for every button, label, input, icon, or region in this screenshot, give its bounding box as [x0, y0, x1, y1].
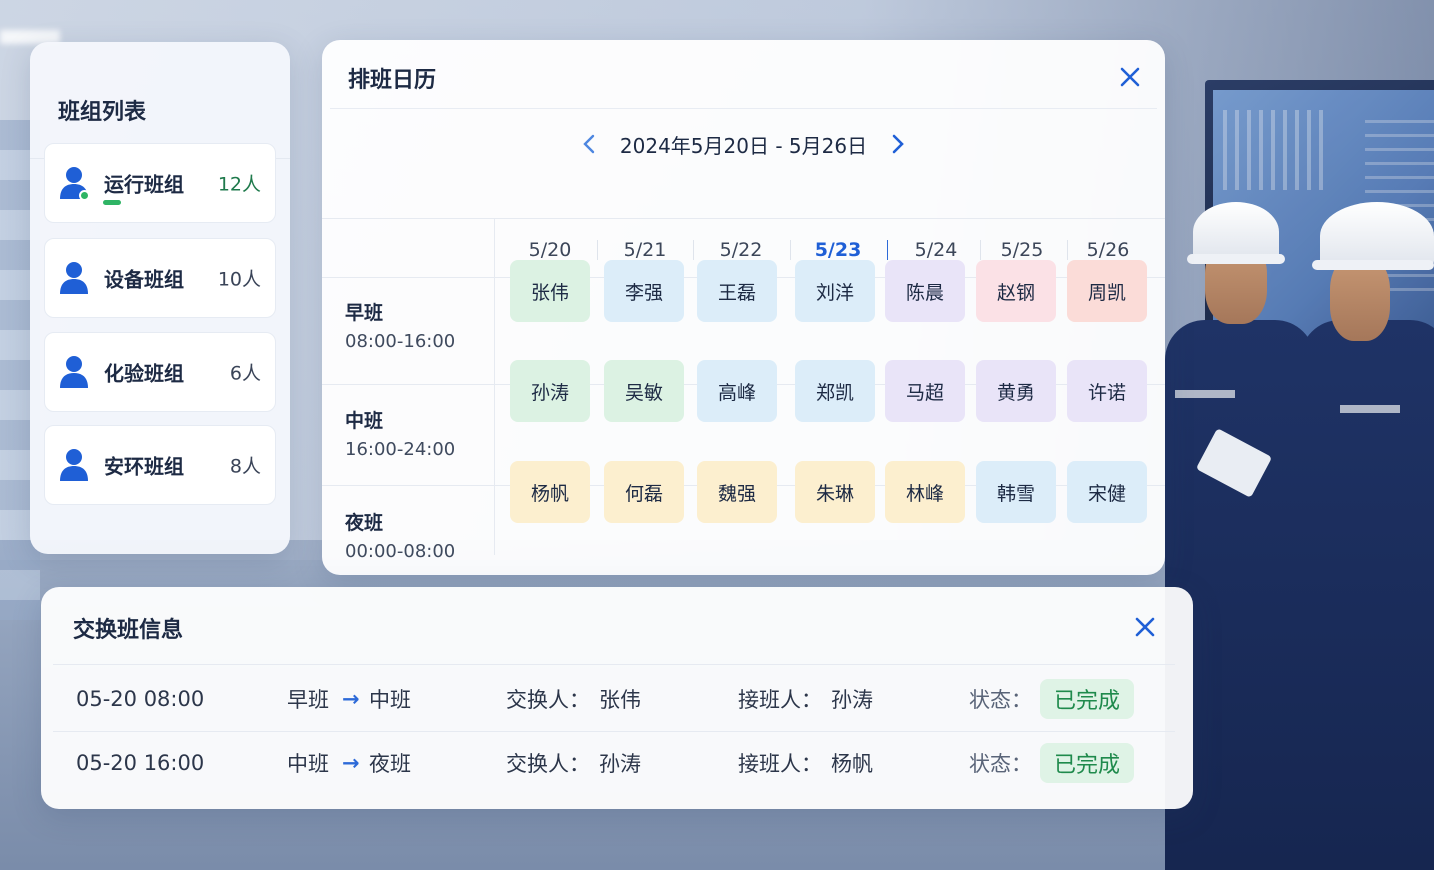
team-list-panel: 班组列表 运行班组 12人 设备班组 10人 化验班组 6人 安环班组 8人 — [30, 42, 290, 554]
close-icon — [1135, 617, 1155, 637]
schedule-cell[interactable]: 朱琳 — [795, 461, 875, 523]
prev-week-button[interactable] — [576, 131, 602, 157]
grid-divider — [494, 218, 495, 555]
team-name: 设备班组 — [104, 267, 184, 292]
schedule-cell[interactable]: 高峰 — [697, 360, 777, 422]
swapper-name: 孙涛 — [599, 752, 641, 776]
date-header: 5/25 — [1000, 239, 1044, 261]
swap-to-shift: 夜班 — [369, 752, 411, 776]
schedule-cell[interactable]: 张伟 — [510, 260, 590, 322]
date-header: 5/20 — [528, 239, 572, 261]
schedule-cell[interactable]: 赵钢 — [976, 260, 1056, 322]
schedule-cell[interactable]: 林峰 — [885, 461, 965, 523]
shift-swap-panel: 交换班信息 05-20 08:00 早班 → 中班 交换人： 张伟 接班人： 孙… — [41, 587, 1193, 809]
chevron-right-icon — [892, 134, 904, 154]
status-badge: 已完成 — [1040, 679, 1134, 719]
user-icon — [60, 449, 88, 481]
swap-time: 05-20 08:00 — [76, 687, 205, 711]
shift-name: 夜班 — [345, 512, 384, 534]
swap-from-shift: 中班 — [287, 752, 329, 776]
schedule-cell[interactable]: 何磊 — [604, 461, 684, 523]
team-name: 化验班组 — [104, 361, 184, 386]
arrow-right-icon: → — [342, 687, 360, 711]
user-icon — [60, 356, 88, 388]
receiver-label: 接班人： — [738, 688, 822, 712]
shift-time: 16:00-24:00 — [345, 439, 456, 460]
swap-title: 交换班信息 — [73, 618, 184, 643]
team-name: 安环班组 — [104, 454, 184, 479]
week-navigation: 2024年5月20日 - 5月26日 — [330, 126, 1157, 162]
schedule-cell[interactable]: 黄勇 — [976, 360, 1056, 422]
shift-time: 00:00-08:00 — [345, 541, 456, 562]
swap-from-shift: 早班 — [287, 688, 329, 712]
schedule-cell[interactable]: 陈晨 — [885, 260, 965, 322]
swap-to-shift: 中班 — [369, 688, 411, 712]
user-icon — [60, 262, 88, 294]
receiver-name: 孙涛 — [831, 688, 873, 712]
schedule-cell[interactable]: 王磊 — [697, 260, 777, 322]
shift-label-morning: 早班 08:00-16:00 — [345, 298, 455, 352]
receiver-name: 杨帆 — [831, 752, 873, 776]
schedule-cell[interactable]: 韩雪 — [976, 461, 1056, 523]
shift-time: 08:00-16:00 — [345, 331, 456, 352]
team-count: 8人 — [229, 455, 261, 478]
week-range-label: 2024年5月20日 - 5月26日 — [619, 133, 868, 158]
schedule-cell[interactable]: 李强 — [604, 260, 684, 322]
schedule-cell[interactable]: 马超 — [885, 360, 965, 422]
swap-time: 05-20 16:00 — [76, 751, 205, 775]
date-header-today: 5/23 — [814, 239, 862, 261]
worker-right — [1300, 200, 1434, 870]
date-header: 5/24 — [914, 239, 958, 261]
close-icon — [1120, 67, 1140, 87]
schedule-cell[interactable]: 周凯 — [1067, 260, 1147, 322]
schedule-cell[interactable]: 杨帆 — [510, 461, 590, 523]
shift-name: 早班 — [345, 302, 384, 324]
status-label: 状态： — [969, 688, 1032, 712]
team-count: 12人 — [217, 173, 261, 196]
swapper-name: 张伟 — [599, 688, 641, 712]
schedule-cell[interactable]: 孙涛 — [510, 360, 590, 422]
calendar-title: 排班日历 — [348, 68, 437, 93]
swap-close-button[interactable] — [1131, 613, 1159, 641]
swap-row: 05-20 08:00 早班 → 中班 交换人： 张伟 接班人： 孙涛 状态： … — [41, 679, 1193, 719]
swap-row: 05-20 16:00 中班 → 夜班 交换人： 孙涛 接班人： 杨帆 状态： … — [41, 743, 1193, 783]
receiver-label: 接班人： — [738, 752, 822, 776]
schedule-cell[interactable]: 吴敏 — [604, 360, 684, 422]
schedule-calendar-panel: 排班日历 2024年5月20日 - 5月26日 5/20 5/21 5/22 5… — [322, 40, 1165, 575]
active-indicator — [103, 200, 121, 205]
team-list-title: 班组列表 — [58, 100, 147, 125]
team-item-equipment[interactable]: 设备班组 10人 — [44, 238, 276, 318]
team-item-safety[interactable]: 安环班组 8人 — [44, 425, 276, 505]
team-count: 6人 — [229, 362, 261, 385]
online-status-dot — [79, 190, 90, 201]
team-item-lab[interactable]: 化验班组 6人 — [44, 332, 276, 412]
calendar-close-button[interactable] — [1116, 63, 1144, 91]
arrow-right-icon: → — [342, 751, 360, 775]
team-item-operation[interactable]: 运行班组 12人 — [44, 143, 276, 223]
schedule-cell[interactable]: 郑凯 — [795, 360, 875, 422]
shift-name: 中班 — [345, 410, 384, 432]
status-badge: 已完成 — [1040, 743, 1134, 783]
calendar-body: 2024年5月20日 - 5月26日 5/20 5/21 5/22 5/23 5… — [322, 108, 1165, 575]
swapper-label: 交换人： — [506, 752, 590, 776]
next-week-button[interactable] — [885, 131, 911, 157]
shift-label-night: 夜班 00:00-08:00 — [345, 508, 455, 562]
status-label: 状态： — [969, 752, 1032, 776]
date-header: 5/21 — [623, 239, 667, 261]
schedule-cell[interactable]: 许诺 — [1067, 360, 1147, 422]
team-name: 运行班组 — [104, 172, 184, 197]
date-header: 5/26 — [1086, 239, 1130, 261]
chevron-left-icon — [583, 134, 595, 154]
schedule-cell[interactable]: 刘洋 — [795, 260, 875, 322]
date-header: 5/22 — [719, 239, 763, 261]
shift-label-middle: 中班 16:00-24:00 — [345, 406, 455, 460]
swapper-label: 交换人： — [506, 688, 590, 712]
team-count: 10人 — [217, 268, 261, 291]
schedule-cell[interactable]: 魏强 — [697, 461, 777, 523]
schedule-cell[interactable]: 宋健 — [1067, 461, 1147, 523]
